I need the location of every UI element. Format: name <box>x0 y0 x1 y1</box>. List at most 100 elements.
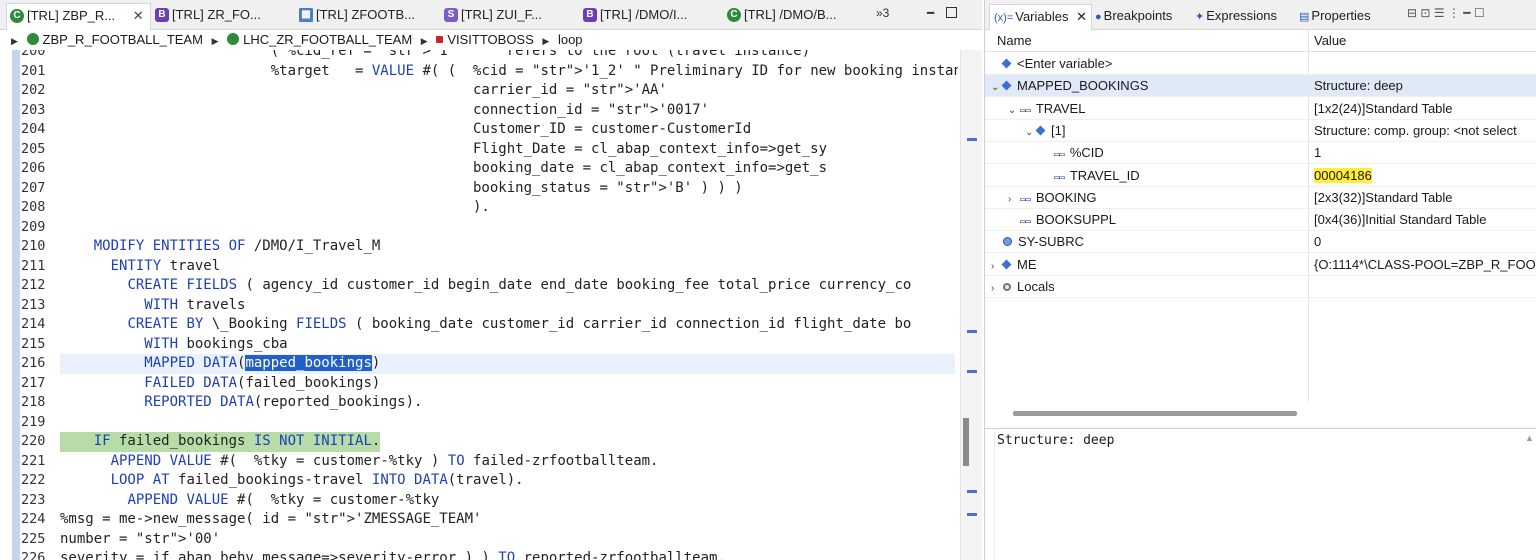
variable-name[interactable]: ▭▭ TRAVEL_ID <box>1042 165 1140 189</box>
code-text[interactable]: %target = VALUE #( ( %cid = "str">'1_2' … <box>60 62 958 82</box>
variable-name[interactable]: › Locals <box>991 276 1055 300</box>
line-number[interactable]: 210 <box>21 237 59 257</box>
line-number[interactable]: 221 <box>21 452 59 472</box>
minimize-icon[interactable]: ━ <box>927 6 934 20</box>
editor-tab-zui-f[interactable]: S [TRL] ZUI_F... <box>441 3 542 27</box>
variable-row[interactable]: ▭▭ %CID 1 <box>985 142 1536 166</box>
variable-value[interactable]: [0x4(36)]Initial Standard Table <box>1314 209 1536 231</box>
line-number[interactable]: 224 <box>21 510 59 530</box>
code-text[interactable]: FAILED DATA(failed_bookings) <box>60 374 380 394</box>
code-text[interactable]: APPEND VALUE #( %tky = customer-%tky ) T… <box>60 452 659 472</box>
line-number[interactable]: 203 <box>21 101 59 121</box>
line-number[interactable]: 220 <box>21 432 59 452</box>
code-line[interactable]: 210 MODIFY ENTITIES OF /DMO/I_Travel_M <box>0 237 958 257</box>
code-line[interactable]: 209 <box>0 218 958 238</box>
code-text[interactable]: CREATE BY \_Booking FIELDS ( booking_dat… <box>60 315 911 335</box>
maximize-icon[interactable]: ☐ <box>1474 6 1485 20</box>
code-line[interactable]: 200 ( %cid_ref = "str">'1' refers to the… <box>0 50 958 62</box>
breadcrumb-item[interactable]: VISITTOBOSS <box>447 32 533 47</box>
chevron-right-icon[interactable]: › <box>991 256 1003 278</box>
code-text[interactable]: severity = if_abap_behv_message=>severit… <box>60 549 726 560</box>
code-line[interactable]: 224 %msg = me->new_message( id = "str">'Z… <box>0 510 958 530</box>
tab-breakpoints[interactable]: ● Breakpoints <box>1095 4 1172 27</box>
variable-row[interactable]: ⌄ MAPPED_BOOKINGS Structure: deep <box>985 75 1536 99</box>
overview-mark[interactable] <box>967 490 977 493</box>
line-number[interactable]: 215 <box>21 335 59 355</box>
code-line[interactable]: 219 <box>0 413 958 433</box>
code-line[interactable]: 212 CREATE FIELDS ( agency_id customer_i… <box>0 276 958 296</box>
code-text[interactable]: ( %cid_ref = "str">'1' refers to the roo… <box>60 50 810 62</box>
line-number[interactable]: 206 <box>21 159 59 179</box>
editor-tab-zr-fo[interactable]: B [TRL] ZR_FO... <box>152 3 261 27</box>
view-menu-icon[interactable]: ⋮ <box>1448 6 1460 20</box>
line-number[interactable]: 200 <box>21 50 59 62</box>
code-line[interactable]: 214 CREATE BY \_Booking FIELDS ( booking… <box>0 315 958 335</box>
variable-row[interactable]: ▭▭ BOOKSUPPL [0x4(36)]Initial Standard Tab… <box>985 209 1536 232</box>
code-line[interactable]: 207 booking_status = "str">'B' ) ) ) <box>0 179 958 199</box>
variable-row[interactable]: › ME {O:1114*\CLASS-POOL=ZBP_R_FOO <box>985 254 1536 276</box>
variable-value[interactable]: Structure: comp. group: <not select <box>1314 120 1536 142</box>
horizontal-scrollbar-thumb[interactable] <box>1013 411 1297 416</box>
variable-row[interactable]: › Locals <box>985 276 1536 298</box>
code-text[interactable]: Customer_ID = customer-CustomerId <box>60 120 751 140</box>
layout-icon[interactable]: ☰ <box>1434 6 1445 20</box>
tab-overflow-button[interactable]: »3 <box>876 6 889 20</box>
code-text[interactable]: number = "str">'00' <box>60 530 220 550</box>
code-line[interactable]: 220 IF failed_bookings IS NOT INITIAL. <box>0 432 958 452</box>
code-text[interactable]: MAPPED DATA(mapped_bookings) <box>60 354 955 374</box>
code-line[interactable]: 215 WITH bookings_cba <box>0 335 958 355</box>
chevron-right-icon[interactable]: › <box>1008 189 1020 211</box>
close-icon[interactable]: ✕ <box>1076 9 1087 24</box>
variable-row[interactable]: › ▭▭ BOOKING [2x3(32)]Standard Table <box>985 187 1536 209</box>
code-line[interactable]: 223 APPEND VALUE #( %tky = customer-%tky <box>0 491 958 511</box>
code-text[interactable]: WITH bookings_cba <box>60 335 287 355</box>
variable-name[interactable]: <Enter variable> <box>991 53 1112 75</box>
chevron-right-icon[interactable]: › <box>991 278 1003 300</box>
line-number[interactable]: 216 <box>21 354 59 374</box>
tab-properties[interactable]: ▤ Properties <box>1299 4 1371 27</box>
variable-value[interactable]: {O:1114*\CLASS-POOL=ZBP_R_FOO <box>1314 254 1536 276</box>
code-text[interactable]: MODIFY ENTITIES OF /DMO/I_Travel_M <box>60 237 381 257</box>
line-number[interactable]: 212 <box>21 276 59 296</box>
line-number[interactable]: 208 <box>21 198 59 218</box>
code-line[interactable]: 217 FAILED DATA(failed_bookings) <box>0 374 958 394</box>
code-line[interactable]: 205 Flight_Date = cl_abap_context_info=>… <box>0 140 958 160</box>
code-text[interactable]: CREATE FIELDS ( agency_id customer_id be… <box>60 276 911 296</box>
line-number[interactable]: 207 <box>21 179 59 199</box>
variable-value[interactable]: 0 <box>1314 231 1536 253</box>
maximize-icon[interactable] <box>946 7 957 18</box>
line-number[interactable]: 222 <box>21 471 59 491</box>
line-number[interactable]: 223 <box>21 491 59 511</box>
tab-variables[interactable]: (x)= Variables ✕ <box>989 4 1093 30</box>
editor-tab-dmo-i[interactable]: B [TRL] /DMO/I... <box>580 3 687 27</box>
line-number[interactable]: 214 <box>21 315 59 335</box>
code-text[interactable]: booking_status = "str">'B' ) ) ) <box>60 179 743 199</box>
editor-tab-zbp-r[interactable]: C [TRL] ZBP_R... ✕ <box>6 3 151 30</box>
code-line[interactable]: 221 APPEND VALUE #( %tky = customer-%tky… <box>0 452 958 472</box>
variable-name[interactable]: ⌄ MAPPED_BOOKINGS <box>991 75 1148 99</box>
variable-row[interactable]: SY-SUBRC 0 <box>985 231 1536 254</box>
breadcrumb-item[interactable]: ZBP_R_FOOTBALL_TEAM <box>43 32 203 47</box>
overview-mark[interactable] <box>967 370 977 373</box>
code-text[interactable]: booking_date = cl_abap_context_info=>get… <box>60 159 827 179</box>
close-icon[interactable]: ✕ <box>133 8 144 23</box>
line-number[interactable]: 211 <box>21 257 59 277</box>
variable-row[interactable]: ⌄ [1] Structure: comp. group: <not select <box>985 120 1536 142</box>
chevron-down-icon[interactable]: ⌄ <box>1025 122 1037 144</box>
scrollbar-thumb[interactable] <box>963 418 969 466</box>
variable-row[interactable]: <Enter variable> <box>985 53 1536 75</box>
tab-expressions[interactable]: ✦ Expressions <box>1195 4 1277 27</box>
code-text[interactable]: APPEND VALUE #( %tky = customer-%tky <box>60 491 439 511</box>
code-line[interactable]: 226 severity = if_abap_behv_message=>seve… <box>0 549 958 560</box>
code-text[interactable]: LOOP AT failed_bookings-travel INTO DATA… <box>60 471 524 491</box>
line-number[interactable]: 226 <box>21 549 59 560</box>
code-line[interactable]: 213 WITH travels <box>0 296 958 316</box>
breadcrumb-item[interactable]: loop <box>558 32 583 47</box>
chevron-down-icon[interactable]: ⌄ <box>1008 100 1020 122</box>
variable-value[interactable]: [1x2(24)]Standard Table <box>1314 98 1536 120</box>
code-line[interactable]: 225 number = "str">'00' <box>0 530 958 550</box>
line-number[interactable]: 219 <box>21 413 59 433</box>
code-text[interactable]: REPORTED DATA(reported_bookings). <box>60 393 422 413</box>
variable-name[interactable]: ▭▭ %CID <box>1042 142 1104 166</box>
code-line[interactable]: 203 connection_id = "str">'0017' <box>0 101 958 121</box>
